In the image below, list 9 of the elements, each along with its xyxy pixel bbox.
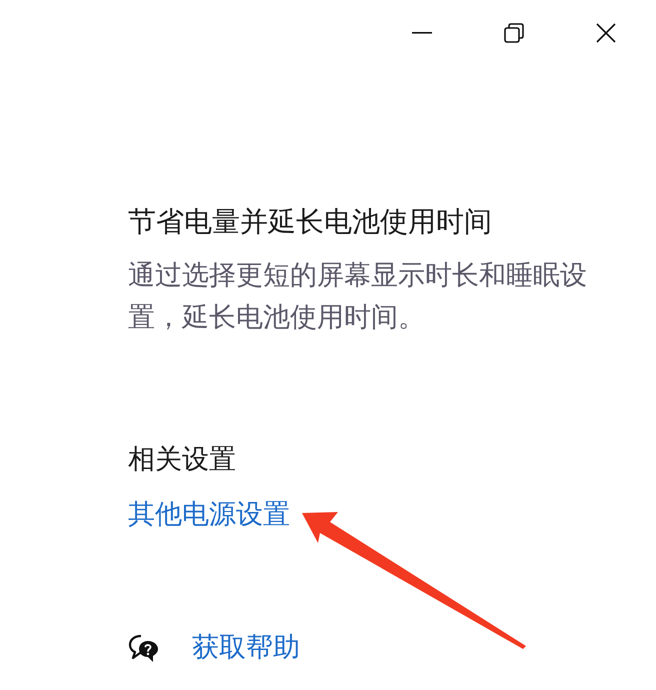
related-settings-heading: 相关设置 <box>128 443 236 477</box>
power-settings-link[interactable]: 其他电源设置 <box>128 497 290 533</box>
help-chat-icon <box>128 633 160 663</box>
section-title: 节省电量并延长电池使用时间 <box>128 204 492 240</box>
section-description: 通过选择更短的屏幕显示时长和睡眠设置，延长电池使用时间。 <box>128 259 588 335</box>
get-help-link[interactable]: 获取帮助 <box>192 630 300 666</box>
minimize-icon <box>412 32 432 34</box>
restore-icon <box>504 23 524 43</box>
close-icon <box>596 23 616 43</box>
